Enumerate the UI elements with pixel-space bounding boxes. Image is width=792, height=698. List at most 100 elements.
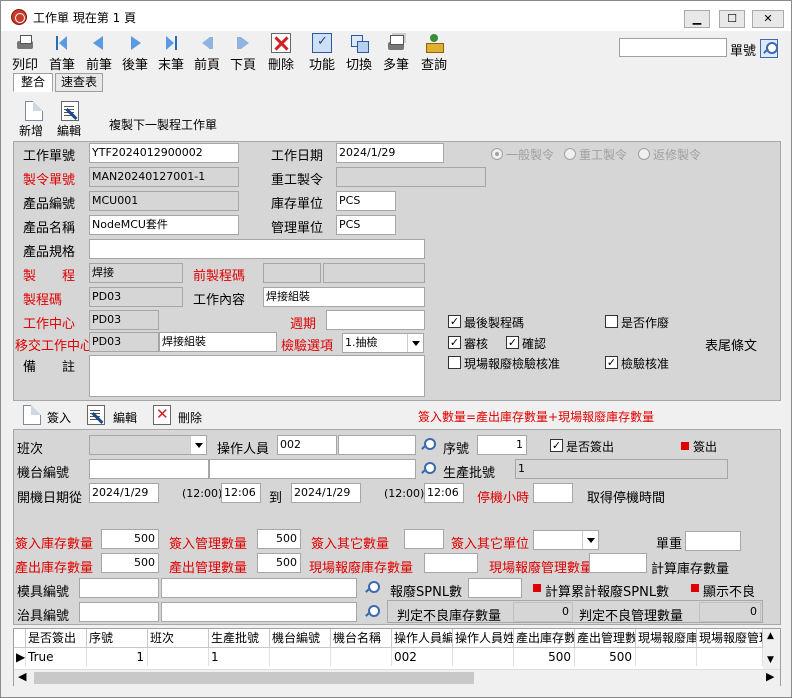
- transfer-center-name-field[interactable]: 焊接組裝: [159, 332, 277, 352]
- copy-next-process-button[interactable]: 複製下一製程工作單: [109, 116, 217, 133]
- inspect-approved-checkbox[interactable]: ✓: [605, 356, 618, 369]
- next-record-button[interactable]: 後筆: [117, 33, 153, 73]
- fixture-name-field[interactable]: [161, 602, 357, 622]
- table-row-cell[interactable]: 1: [209, 648, 270, 666]
- mold-search-icon[interactable]: [363, 580, 380, 596]
- remark-field[interactable]: [89, 355, 425, 397]
- machine-code-field[interactable]: [89, 459, 209, 479]
- detail-edit-icon[interactable]: [87, 405, 105, 425]
- radio-repair-order[interactable]: [638, 148, 650, 160]
- table-row-cell[interactable]: [453, 648, 514, 666]
- operator-search-icon[interactable]: [419, 437, 436, 453]
- radio-rework-order[interactable]: [564, 148, 576, 160]
- col-operator-name[interactable]: 操作人員姓名: [453, 629, 514, 648]
- signin-stock-qty-field[interactable]: 500: [101, 529, 159, 549]
- prev-page-button[interactable]: 前頁: [189, 33, 225, 73]
- signin-other-qty-field[interactable]: [404, 529, 444, 549]
- work-order-no-field[interactable]: YTF2024012900002: [89, 143, 239, 163]
- product-name-field[interactable]: NodeMCU套件: [89, 215, 239, 235]
- table-row-cell[interactable]: [636, 648, 697, 666]
- next-page-button[interactable]: 下頁: [225, 33, 261, 73]
- unit-weight-field[interactable]: [685, 531, 741, 551]
- table-row-cell[interactable]: 1: [87, 648, 148, 666]
- col-shift[interactable]: 班次: [148, 629, 209, 648]
- confirmed-checkbox[interactable]: ✓: [506, 336, 519, 349]
- col-machine-code[interactable]: 機台編號: [270, 629, 331, 648]
- seq-field[interactable]: 1: [477, 435, 527, 455]
- work-date-field[interactable]: 2024/1/29: [336, 143, 444, 163]
- get-downtime-button[interactable]: 取得停機時間: [587, 487, 665, 506]
- edit-icon[interactable]: [61, 101, 79, 121]
- footer-terms-link[interactable]: 表尾條文: [705, 335, 757, 354]
- signout-button[interactable]: 簽出: [693, 438, 717, 455]
- fixture-code-field[interactable]: [79, 602, 159, 622]
- scroll-thumb[interactable]: [34, 672, 474, 684]
- maximize-button[interactable]: ☐: [719, 10, 745, 28]
- inspect-option-select[interactable]: 1.抽檢: [342, 333, 424, 353]
- print-button[interactable]: 列印: [7, 33, 43, 73]
- last-process-checkbox[interactable]: ✓: [448, 315, 461, 328]
- signin-mgmt-qty-field[interactable]: 500: [257, 529, 301, 549]
- delete-button[interactable]: 刪除: [263, 33, 299, 73]
- process-field[interactable]: 焊接: [89, 263, 183, 283]
- multi-record-button[interactable]: 多筆: [378, 33, 414, 73]
- mo-no-field[interactable]: MAN20240127001-1: [89, 167, 239, 187]
- minimize-button[interactable]: ▁: [684, 10, 710, 28]
- operator-name-field[interactable]: [338, 435, 416, 455]
- operator-code-field[interactable]: 002: [277, 435, 337, 455]
- col-output-stock[interactable]: 產出庫存數量: [514, 629, 575, 648]
- last-record-button[interactable]: 末筆: [153, 33, 189, 73]
- vertical-scrollbar[interactable]: ▲ ▼: [763, 629, 780, 669]
- table-row-cell[interactable]: [148, 648, 209, 666]
- mgmt-unit-field[interactable]: PCS: [336, 215, 396, 235]
- calc-stock-qty-button[interactable]: 計算庫存數量: [651, 558, 729, 577]
- prev-record-button[interactable]: 前筆: [81, 33, 117, 73]
- spec-field[interactable]: [89, 239, 425, 259]
- defect-stock-field[interactable]: 0: [513, 602, 573, 622]
- start-date-field[interactable]: 2024/1/29: [89, 483, 159, 503]
- downtime-field[interactable]: [533, 483, 573, 503]
- scrap-stock-qty-field[interactable]: [424, 553, 478, 573]
- new-doc-icon[interactable]: [25, 101, 43, 121]
- work-content-field[interactable]: 焊接組裝: [263, 287, 425, 307]
- detail-delete-icon[interactable]: ✕: [153, 405, 171, 425]
- edit-button-label[interactable]: 編輯: [57, 122, 81, 139]
- table-row-cell[interactable]: 500: [514, 648, 575, 666]
- stock-unit-field[interactable]: PCS: [336, 191, 396, 211]
- col-signed-out[interactable]: 是否簽出: [26, 629, 87, 648]
- rework-order-field[interactable]: [336, 167, 486, 187]
- detail-edit-button[interactable]: 編輯: [113, 409, 137, 426]
- switch-button[interactable]: 切換: [341, 33, 377, 73]
- start-time-field[interactable]: 12:06: [221, 483, 261, 503]
- work-center-field[interactable]: PD03: [89, 310, 159, 330]
- voided-checkbox[interactable]: [605, 315, 618, 328]
- tab-integrated[interactable]: 整合: [13, 73, 53, 92]
- new-button-label[interactable]: 新增: [19, 122, 43, 139]
- table-row-cell[interactable]: 002: [392, 648, 453, 666]
- lot-field[interactable]: 1: [515, 459, 728, 479]
- output-mgmt-qty-field[interactable]: 500: [257, 553, 301, 573]
- table-row-cell[interactable]: [697, 648, 763, 666]
- signed-out-checkbox[interactable]: ✓: [550, 439, 563, 452]
- calc-scrap-spnl-button[interactable]: 計算累計報廢SPNL數: [545, 581, 669, 600]
- prev-process-code-field[interactable]: [263, 263, 321, 283]
- function-button[interactable]: 功能: [304, 33, 340, 73]
- defect-mgmt-field[interactable]: 0: [699, 602, 761, 622]
- transfer-center-field[interactable]: PD03: [89, 332, 159, 352]
- fixture-search-icon[interactable]: [363, 604, 380, 620]
- horizontal-scrollbar[interactable]: ◀ ▶: [14, 669, 780, 686]
- shift-select[interactable]: [89, 435, 207, 455]
- signin-doc-icon[interactable]: [23, 405, 41, 425]
- show-defect-button[interactable]: 顯示不良: [703, 581, 755, 600]
- reviewed-checkbox[interactable]: ✓: [448, 336, 461, 349]
- output-stock-qty-field[interactable]: 500: [101, 553, 159, 573]
- machine-name-field[interactable]: [209, 459, 416, 479]
- col-lot[interactable]: 生產批號: [209, 629, 270, 648]
- col-machine-name[interactable]: 機台名稱: [331, 629, 392, 648]
- end-time-field[interactable]: 12:06: [424, 483, 464, 503]
- mold-code-field[interactable]: [79, 578, 159, 598]
- signin-button[interactable]: 簽入: [47, 409, 71, 426]
- col-scrap-stock[interactable]: 現場報廢庫存: [636, 629, 697, 648]
- order-search-button[interactable]: [760, 39, 778, 58]
- scrap-spnl-field[interactable]: [468, 578, 522, 598]
